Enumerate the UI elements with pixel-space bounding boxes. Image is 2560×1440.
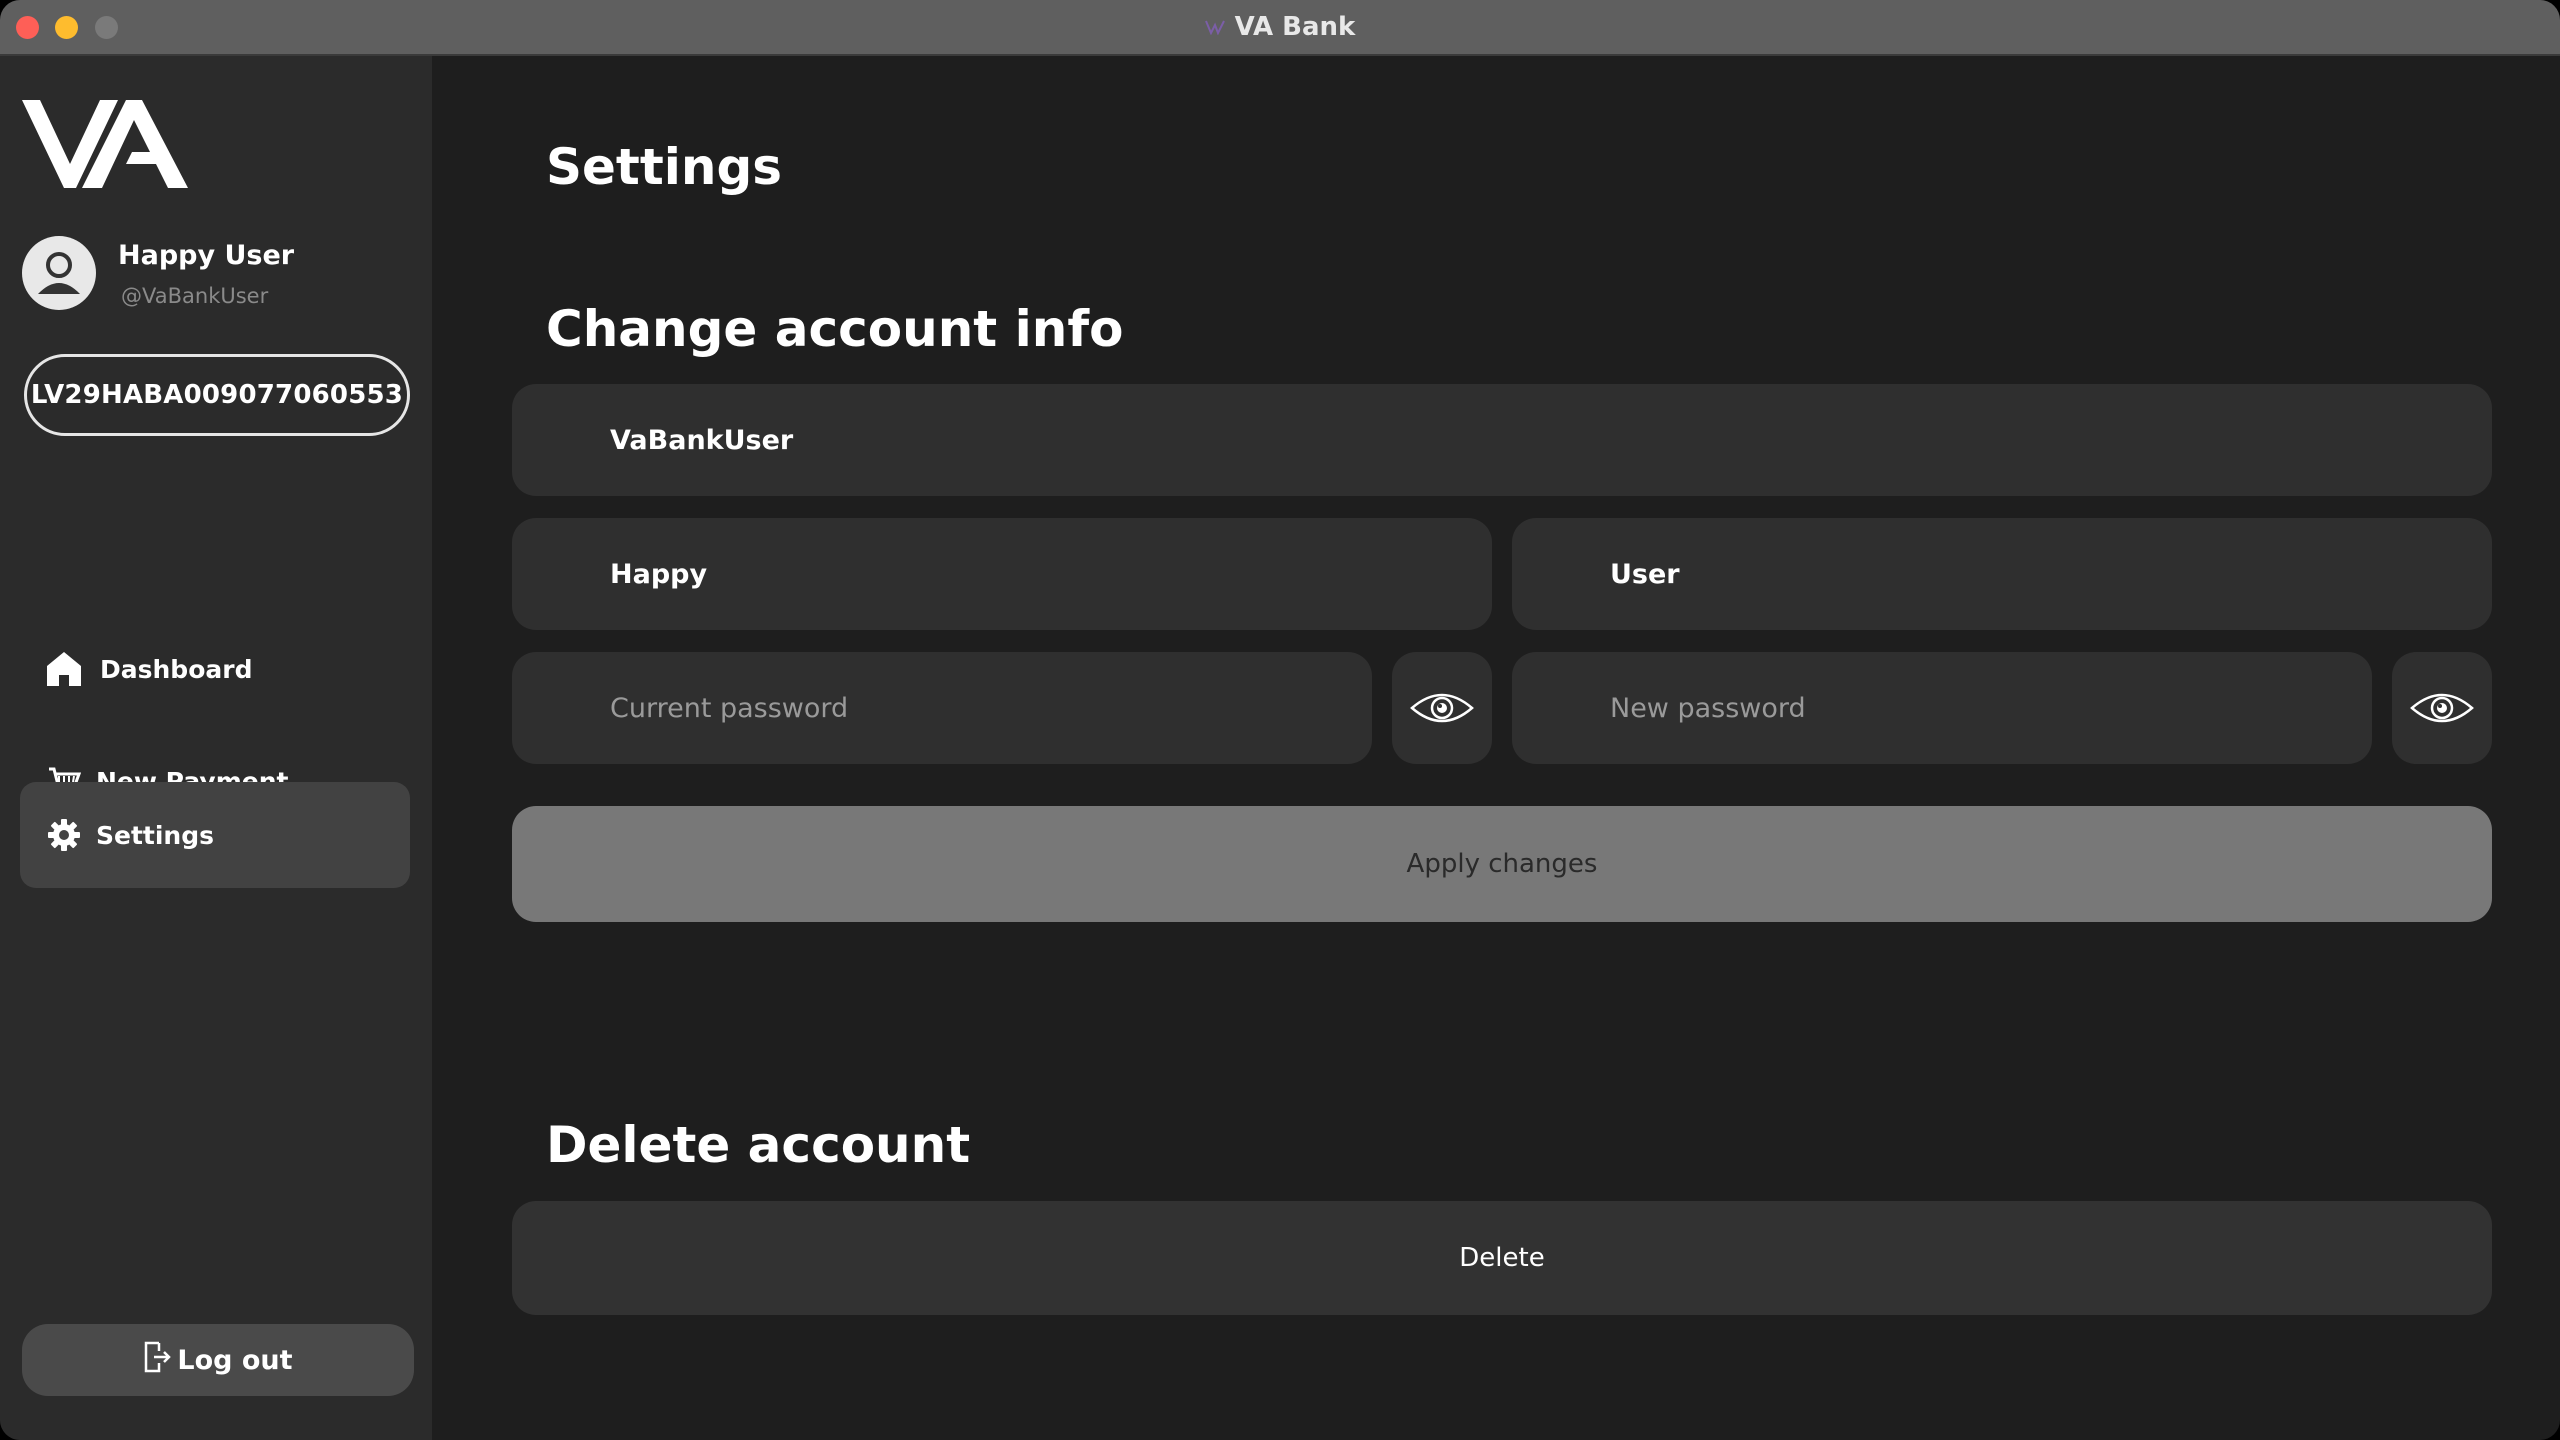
logout-icon (143, 1341, 172, 1380)
first-name-field[interactable]: Happy (512, 518, 1492, 630)
last-name-field[interactable]: User (1512, 518, 2492, 630)
apply-changes-button[interactable]: Apply changes (512, 806, 2492, 922)
show-new-password-button[interactable] (2392, 652, 2492, 764)
nav-label-settings: Settings (96, 820, 215, 850)
eye-icon (1410, 693, 1474, 723)
delete-account-button[interactable]: Delete (512, 1201, 2492, 1315)
logout-button[interactable]: Log out (22, 1324, 414, 1396)
page-title: Settings (546, 138, 783, 196)
user-handle: @VaBankUser (121, 284, 269, 308)
home-icon (44, 649, 84, 689)
app-window: VA Bank Happy User @VaBankUser LV29HABA0… (0, 0, 2560, 1440)
nav-item-dashboard[interactable]: Dashboard (20, 616, 410, 722)
nav-label-dashboard: Dashboard (100, 654, 253, 684)
new-password-field[interactable]: New password (1512, 652, 2372, 764)
section-title-account-info: Change account info (546, 300, 1124, 358)
current-password-field[interactable]: Current password (512, 652, 1372, 764)
user-avatar-icon[interactable] (22, 236, 96, 310)
window-title: VA Bank (1234, 12, 1356, 42)
section-title-delete-account: Delete account (546, 1116, 971, 1174)
va-logo-icon (22, 100, 188, 188)
app-logo-small-icon (1204, 20, 1225, 35)
user-name: Happy User (118, 240, 295, 271)
logout-label: Log out (177, 1344, 293, 1376)
account-iban[interactable]: LV29HABA009077060553 (24, 354, 410, 436)
gear-icon (44, 815, 84, 855)
window-title-area: VA Bank (0, 0, 2560, 54)
username-field[interactable]: VaBankUser (512, 384, 2492, 496)
show-current-password-button[interactable] (1392, 652, 1492, 764)
sidebar: Happy User @VaBankUser LV29HABA009077060… (0, 56, 432, 1440)
title-bar: VA Bank (0, 0, 2560, 56)
nav-item-settings[interactable]: Settings (20, 782, 410, 888)
eye-icon (2410, 693, 2474, 723)
